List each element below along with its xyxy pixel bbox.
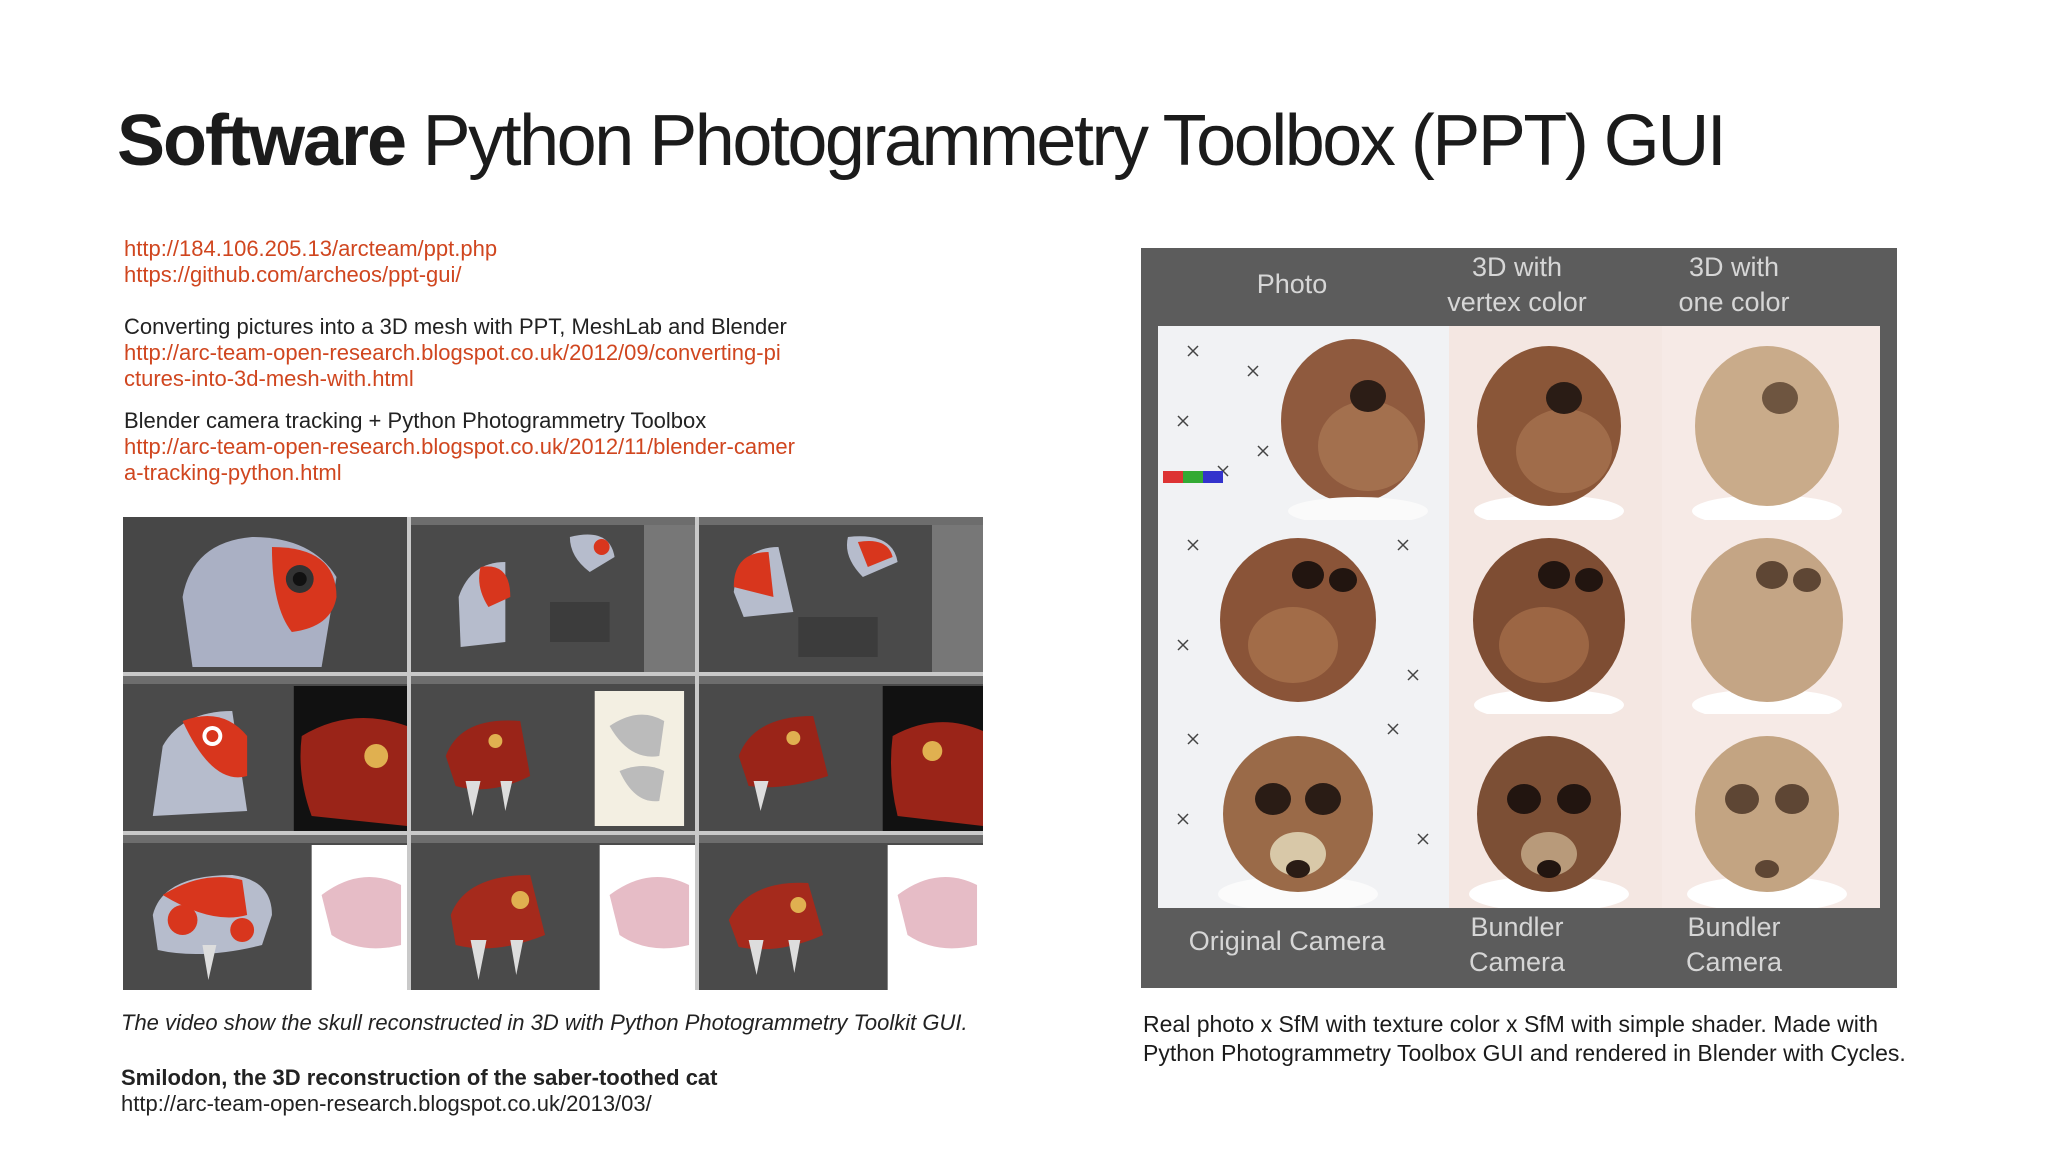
skull-photo [1449, 326, 1662, 520]
skull-comparison-panel: Photo 3D with vertex color 3D with one c… [1141, 248, 1897, 988]
skull-photo-image [1163, 339, 1428, 520]
skull-photo [1449, 714, 1662, 908]
header-one-color: 3D with one color [1678, 252, 1790, 317]
ppt-link[interactable]: http://184.106.205.13/arcteam/ppt.php [124, 236, 864, 262]
skull-photo-grid [1158, 326, 1880, 908]
skull-vertex-color-image [1474, 346, 1624, 520]
footer-bundler-camera-1: Bundler Camera [1468, 912, 1566, 977]
skull-photo [1662, 714, 1880, 908]
blender-frame [699, 676, 983, 831]
skull-photo [1662, 326, 1880, 520]
skull-photo [1158, 326, 1449, 520]
blender-frame [699, 517, 983, 672]
header-photo: Photo [1256, 269, 1328, 299]
skull-model-illustration [445, 691, 685, 826]
header-vertex-color: 3D with vertex color [1447, 252, 1587, 317]
page-title: Software Python Photogrammetry Toolbox (… [117, 100, 1727, 182]
blender-frame [411, 517, 695, 672]
footer-bundler-camera-2: Bundler Camera [1685, 912, 1783, 977]
skull-one-color-image [1691, 538, 1843, 714]
skull-photo [1158, 714, 1449, 908]
blender-frame [123, 676, 407, 831]
github-link[interactable]: https://github.com/archeos/ppt-gui/ [124, 262, 864, 288]
skull-model-illustration [450, 845, 695, 990]
blender-frame [123, 835, 407, 990]
blender-frame [411, 835, 695, 990]
converting-description: Converting pictures into a 3D mesh with … [124, 314, 787, 339]
skull-photo-image [1177, 723, 1429, 908]
skull-vertex-color-image [1473, 538, 1625, 714]
skull-photo [1158, 520, 1449, 714]
smilodon-title: Smilodon, the 3D reconstruction of the s… [121, 1065, 718, 1090]
skull-one-color-image [1687, 736, 1847, 908]
converting-link-line-1[interactable]: http://arc-team-open-research.blogspot.c… [124, 340, 864, 366]
blender-screenshot-grid [123, 517, 983, 990]
skull-vertex-color-image [1469, 736, 1629, 908]
blender-frame [411, 676, 695, 831]
skull-photo [1449, 520, 1662, 714]
converting-link-line-2[interactable]: ctures-into-3d-mesh-with.html [124, 366, 864, 392]
skull-model-illustration [738, 686, 983, 831]
video-caption: The video show the skull reconstructed i… [121, 1010, 968, 1035]
skull-model-illustration [152, 845, 407, 990]
tracking-link-line-2[interactable]: a-tracking-python.html [124, 460, 864, 486]
link-list: http://184.106.205.13/arcteam/ppt.php ht… [124, 236, 864, 486]
skull-panel-caption: Real photo x SfM with texture color x Sf… [1143, 1011, 1906, 1066]
skull-one-color-image [1692, 346, 1842, 520]
skull-model-illustration [728, 845, 983, 990]
title-rest: Python Photogrammetry Toolbox (PPT) GUI [422, 101, 1727, 181]
blender-frame [699, 835, 983, 990]
skull-photo-image [1177, 538, 1419, 702]
title-bold: Software [117, 101, 407, 181]
footer-original-camera: Original Camera [1188, 926, 1386, 956]
tracking-link-line-1[interactable]: http://arc-team-open-research.blogspot.c… [124, 434, 864, 460]
skull-model-illustration [123, 517, 407, 672]
skull-model-illustration [152, 686, 407, 831]
smilodon-link[interactable]: http://arc-team-open-research.blogspot.c… [121, 1091, 652, 1117]
tracking-description: Blender camera tracking + Python Photogr… [124, 408, 707, 433]
skull-photo [1662, 520, 1880, 714]
blender-frame [123, 517, 407, 672]
